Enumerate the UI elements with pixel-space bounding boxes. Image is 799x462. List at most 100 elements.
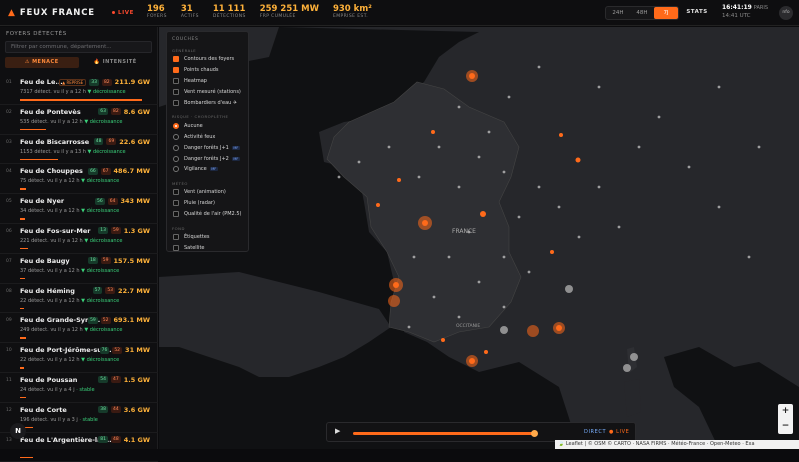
checkbox-icon[interactable]	[173, 67, 179, 74]
fire-index: 08	[6, 288, 12, 294]
fire-list-item[interactable]: 08 Feu de Héming 57 53 22.7 MW 22 détect. vu …	[0, 284, 158, 314]
checkbox-icon[interactable]	[173, 100, 179, 106]
fire-list-item[interactable]: 03 Feu de Biscarrosse 48 69 22.6 GW 1153 déte…	[0, 135, 158, 165]
layer-vent-anim[interactable]: Vent (animation)	[167, 187, 248, 198]
checkbox-icon[interactable]	[173, 234, 179, 241]
play-icon[interactable]: ▶	[335, 427, 340, 435]
layer-qualite[interactable]: Qualité de l'air (PM2.5)	[167, 209, 248, 220]
hotspot[interactable]	[441, 338, 445, 342]
mf-badge: MF	[231, 145, 240, 150]
hotspot[interactable]	[527, 325, 539, 337]
checkbox-icon[interactable]	[173, 189, 179, 196]
fire-list-item[interactable]: 11 Feu de Poussan 54 47 1.5 GW 24 détect. vu …	[0, 373, 158, 403]
radio-icon[interactable]	[173, 155, 179, 162]
layer-satellite[interactable]: Satellite	[167, 242, 248, 253]
hotspot[interactable]	[550, 250, 554, 254]
layer-pluie[interactable]: Pluie (radar)	[167, 198, 248, 209]
tab-intensite[interactable]: 🔥 INTENSITÉ	[79, 57, 153, 68]
stat-label: FOYERS	[146, 14, 167, 19]
risk-aucune[interactable]: Aucune	[167, 120, 248, 131]
last-seen: vu il y a 12 h	[47, 267, 80, 274]
station-marker[interactable]	[500, 326, 508, 334]
hotspot[interactable]	[484, 350, 488, 354]
hotspot[interactable]	[575, 157, 581, 163]
risk-vigilance[interactable]: Vigilance MF	[167, 164, 248, 175]
layer-contours[interactable]: Contours des foyers	[167, 54, 248, 65]
fire-list-item[interactable]: 04 Feu de Chouppes 66 67 486.7 MW 75 détect. …	[0, 164, 158, 195]
search-input[interactable]: Filtrer par commune, département...	[5, 41, 152, 53]
hotspot[interactable]	[388, 295, 400, 307]
tab-menace[interactable]: ⚠ MENACE	[5, 57, 79, 68]
fire-details: 22 détect. vu il y a 12 h ▼ décroissance	[20, 357, 119, 363]
score-badge: 66	[88, 167, 98, 175]
layer-points[interactable]: Points chauds	[167, 65, 248, 76]
layer-heatmap[interactable]: Heatmap	[167, 76, 248, 87]
layer-label: Danger forêts J+2	[184, 155, 229, 162]
hotspot[interactable]	[469, 73, 475, 79]
avatar[interactable]: nfo	[779, 6, 793, 20]
range-48h[interactable]: 48H	[630, 7, 654, 19]
fire-name: Feu de Poussan	[20, 375, 78, 384]
stats-button[interactable]: STATS	[683, 6, 711, 18]
hotspot[interactable]	[422, 220, 428, 226]
hotspot[interactable]	[431, 130, 435, 134]
checkbox-icon[interactable]	[173, 78, 179, 85]
fire-list-item[interactable]: 05 Feu de Nyer 56 64 343 MW 34 détect. vu il …	[0, 194, 158, 224]
risk-danger2[interactable]: Danger forêts J+2 MF	[167, 153, 248, 164]
trend: · stable	[76, 386, 95, 393]
checkbox-icon[interactable]	[173, 200, 179, 207]
fire-badges: ▲ REPRISE 33 82 211.9 GW	[59, 78, 150, 86]
hotspot[interactable]	[480, 211, 486, 217]
fire-list-item[interactable]: 01 Feu de Le... ▲ REPRISE 33 82 211.9 GW 7317 …	[0, 75, 158, 105]
hotspot[interactable]	[559, 133, 563, 137]
hotspot[interactable]	[556, 325, 562, 331]
fire-index: 12	[6, 407, 12, 413]
fire-list-item[interactable]: 07 Feu de Baugy 18 59 157.5 MW 37 détect. vu …	[0, 254, 158, 284]
radio-icon[interactable]	[173, 144, 179, 151]
last-seen: vu il y a 4 j	[47, 386, 75, 393]
layer-bombardiers[interactable]: Bombardiers d'eau ✈	[167, 98, 248, 109]
radio-icon[interactable]	[173, 122, 179, 129]
timeline-track[interactable]	[353, 431, 535, 435]
intensity-bar	[20, 158, 59, 161]
fire-list-item[interactable]: 10 Feu de Port-Jérôme-sur... 76 52 31 MW 22 d…	[0, 343, 158, 373]
layer-etiquettes[interactable]: Étiquettes	[167, 232, 248, 243]
n-logo-icon[interactable]: N	[10, 423, 26, 439]
hotspot[interactable]	[397, 178, 401, 182]
checkbox-icon[interactable]	[173, 244, 179, 251]
detect-count: 221 détect.	[20, 237, 49, 244]
fire-list-item[interactable]: 13 Feu de L'Argentière-la-... 81 48 4.1 GW	[0, 433, 158, 462]
hotspot[interactable]	[376, 203, 380, 207]
risk-activite[interactable]: Activité feux	[167, 131, 248, 142]
fire-list-item[interactable]: 09 Feu de Grande-Synt... 59 52 693.1 MW 249 d…	[0, 313, 158, 344]
station-marker[interactable]	[565, 285, 573, 293]
intensity-bar	[20, 277, 26, 280]
range-24h[interactable]: 24H	[606, 7, 630, 19]
range-7j[interactable]: 7J	[654, 7, 678, 19]
stat-emprise: 930 km² EMPRISE EST.	[333, 5, 372, 20]
fire-list-item[interactable]: 02 Feu de Pontevès 63 82 8.6 GW 535 détect. v…	[0, 105, 158, 135]
intensity-bar	[20, 307, 24, 310]
direct-label[interactable]: DIRECT	[584, 429, 606, 435]
fire-list-item[interactable]: 06 Feu de Fos-sur-Mer 13 59 1.3 GW 221 détect…	[0, 224, 158, 254]
zoom-out-button[interactable]: −	[778, 419, 793, 434]
fire-power: 4.1 GW	[123, 435, 150, 444]
station-marker[interactable]	[623, 364, 631, 372]
hotspot[interactable]	[469, 358, 475, 364]
radio-icon[interactable]	[173, 166, 179, 173]
layer-vent-mesure[interactable]: Vent mesuré (stations)	[167, 87, 248, 98]
radio-icon[interactable]	[173, 133, 179, 140]
fire-index: 07	[6, 258, 12, 264]
zoom-in-button[interactable]: +	[778, 404, 793, 419]
detect-count: 34 détect.	[20, 208, 46, 215]
checkbox-icon[interactable]	[173, 89, 179, 96]
station-marker[interactable]	[630, 353, 638, 361]
last-seen: vu il y a 12 h	[47, 357, 80, 364]
checkbox-icon[interactable]	[173, 211, 179, 218]
score-badge: 59	[88, 316, 98, 324]
risk-danger1[interactable]: Danger forêts J+1 MF	[167, 142, 248, 153]
timeline-knob[interactable]	[531, 429, 538, 437]
checkbox-icon[interactable]	[173, 56, 179, 63]
map[interactable]: FRANCE OCCITANIE	[159, 27, 799, 449]
hotspot[interactable]	[393, 282, 399, 288]
